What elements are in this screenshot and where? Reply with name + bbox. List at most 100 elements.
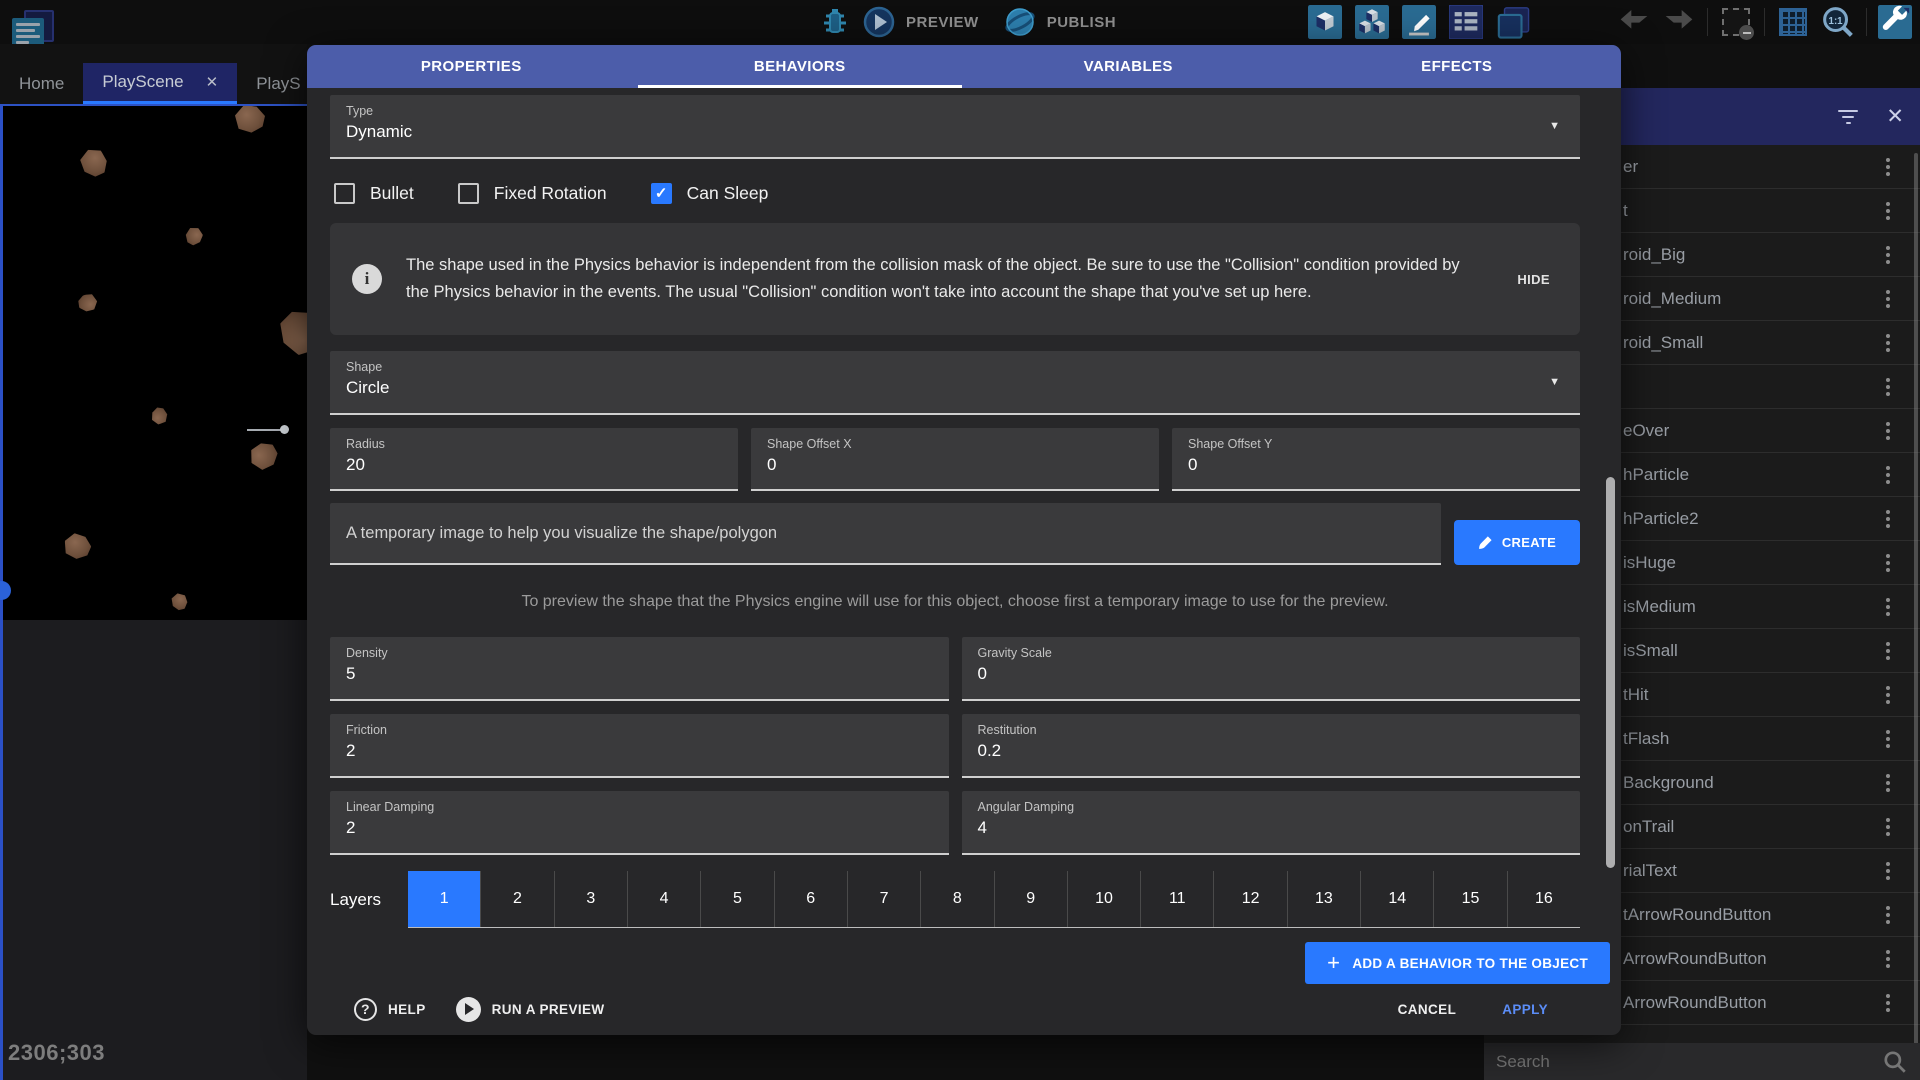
- row-menu-icon[interactable]: [1882, 682, 1894, 708]
- layer-option-10[interactable]: 10: [1067, 871, 1140, 927]
- hide-button[interactable]: HIDE: [1509, 264, 1558, 295]
- layer-option-15[interactable]: 15: [1433, 871, 1506, 927]
- layer-option-16[interactable]: 16: [1507, 871, 1580, 927]
- row-menu-icon[interactable]: [1882, 506, 1894, 532]
- scene-origin-dot[interactable]: [0, 581, 11, 600]
- layer-option-2[interactable]: 2: [480, 871, 553, 927]
- layer-option-3[interactable]: 3: [554, 871, 627, 927]
- publish-globe-icon[interactable]: [1003, 5, 1037, 39]
- row-menu-icon[interactable]: [1882, 990, 1894, 1016]
- create-button[interactable]: CREATE: [1454, 520, 1580, 565]
- row-menu-icon[interactable]: [1882, 286, 1894, 312]
- preview-play-icon[interactable]: [862, 5, 896, 39]
- apply-button[interactable]: APPLY: [1496, 994, 1554, 1025]
- row-menu-icon[interactable]: [1882, 330, 1894, 356]
- events-list-icon[interactable]: [1449, 5, 1483, 39]
- layer-option-1[interactable]: 1: [408, 871, 480, 927]
- close-tab-icon[interactable]: ✕: [206, 73, 219, 91]
- checkbox-unchecked-icon[interactable]: [458, 183, 479, 204]
- asteroid-sprite[interactable]: [61, 531, 92, 561]
- layer-option-9[interactable]: 9: [994, 871, 1067, 927]
- layer-option-5[interactable]: 5: [700, 871, 773, 927]
- asteroid-sprite[interactable]: [235, 105, 265, 133]
- field-angular-damping[interactable]: Angular Damping4: [962, 791, 1581, 855]
- objects-panel-scrollbar[interactable]: [1914, 153, 1918, 1058]
- checkbox-unchecked-icon[interactable]: [334, 183, 355, 204]
- add-behavior-button[interactable]: + ADD A BEHAVIOR TO THE OBJECT: [1305, 942, 1610, 984]
- publish-label[interactable]: PUBLISH: [1047, 14, 1116, 31]
- layer-option-14[interactable]: 14: [1360, 871, 1433, 927]
- row-menu-icon[interactable]: [1882, 550, 1894, 576]
- editor-tab-home[interactable]: Home: [0, 63, 83, 104]
- editor-tab-plays[interactable]: PlayS: [237, 63, 307, 104]
- row-menu-icon[interactable]: [1882, 770, 1894, 796]
- row-menu-icon[interactable]: [1882, 198, 1894, 224]
- tools-icon[interactable]: [1878, 5, 1912, 39]
- field-shape-offset-x[interactable]: Shape Offset X0: [751, 428, 1159, 491]
- asteroid-sprite[interactable]: [75, 144, 112, 182]
- layers-icon[interactable]: [1496, 5, 1530, 39]
- cancel-button[interactable]: CANCEL: [1392, 994, 1463, 1025]
- search-input[interactable]: [1496, 1052, 1882, 1072]
- asteroid-sprite[interactable]: [184, 225, 205, 247]
- dialog-scrollbar[interactable]: [1606, 477, 1615, 868]
- layer-option-7[interactable]: 7: [847, 871, 920, 927]
- tab-variables[interactable]: VARIABLES: [964, 45, 1293, 88]
- field-radius[interactable]: Radius20: [330, 428, 738, 491]
- asteroid-sprite[interactable]: [75, 291, 99, 314]
- close-icon[interactable]: ✕: [1886, 106, 1904, 127]
- capture-region-icon[interactable]: [1719, 5, 1753, 39]
- zoom-one-to-one-icon[interactable]: 1:1: [1821, 5, 1855, 39]
- asteroid-sprite[interactable]: [150, 406, 167, 424]
- field-linear-damping[interactable]: Linear Damping2: [330, 791, 949, 855]
- row-menu-icon[interactable]: [1882, 902, 1894, 928]
- tab-properties[interactable]: PROPERTIES: [307, 45, 636, 88]
- layer-option-6[interactable]: 6: [774, 871, 847, 927]
- measure-handle-dot[interactable]: [280, 425, 289, 434]
- object-cube-icon[interactable]: [1308, 5, 1342, 39]
- row-menu-icon[interactable]: [1882, 374, 1894, 400]
- help-button[interactable]: ? HELP: [354, 998, 426, 1021]
- row-menu-icon[interactable]: [1882, 462, 1894, 488]
- scene-canvas[interactable]: 2306;303: [0, 104, 307, 1080]
- layer-option-13[interactable]: 13: [1287, 871, 1360, 927]
- field-friction[interactable]: Friction2: [330, 714, 949, 778]
- objects-group-icon[interactable]: [1355, 5, 1389, 39]
- row-menu-icon[interactable]: [1882, 154, 1894, 180]
- row-menu-icon[interactable]: [1882, 418, 1894, 444]
- layer-option-4[interactable]: 4: [627, 871, 700, 927]
- debug-icon[interactable]: [818, 5, 852, 39]
- grid-icon[interactable]: [1776, 5, 1810, 39]
- field-restitution[interactable]: Restitution0.2: [962, 714, 1581, 778]
- row-menu-icon[interactable]: [1882, 814, 1894, 840]
- shape-select[interactable]: Shape Circle ▼: [330, 351, 1580, 415]
- tab-behaviors[interactable]: BEHAVIORS: [636, 45, 965, 88]
- row-menu-icon[interactable]: [1882, 594, 1894, 620]
- checkbox-fixed-rotation[interactable]: Fixed Rotation: [458, 183, 607, 204]
- asteroid-sprite[interactable]: [245, 437, 283, 475]
- redo-icon[interactable]: [1662, 5, 1696, 39]
- row-menu-icon[interactable]: [1882, 638, 1894, 664]
- row-menu-icon[interactable]: [1882, 946, 1894, 972]
- tab-effects[interactable]: EFFECTS: [1293, 45, 1622, 88]
- row-menu-icon[interactable]: [1882, 726, 1894, 752]
- asteroid-sprite[interactable]: [168, 590, 189, 612]
- field-gravity-scale[interactable]: Gravity Scale0: [962, 637, 1581, 701]
- preview-label[interactable]: PREVIEW: [906, 14, 979, 31]
- field-shape-offset-y[interactable]: Shape Offset Y0: [1172, 428, 1580, 491]
- field-density[interactable]: Density5: [330, 637, 949, 701]
- row-menu-icon[interactable]: [1882, 858, 1894, 884]
- layer-option-8[interactable]: 8: [920, 871, 993, 927]
- edit-scene-icon[interactable]: [1402, 5, 1436, 39]
- layer-option-12[interactable]: 12: [1213, 871, 1286, 927]
- editor-tab-playscene[interactable]: PlayScene✕: [83, 63, 237, 104]
- filter-icon[interactable]: [1838, 110, 1858, 124]
- undo-icon[interactable]: [1617, 5, 1651, 39]
- checkbox-bullet[interactable]: Bullet: [334, 183, 414, 204]
- asteroid-sprite[interactable]: [271, 302, 307, 362]
- type-select[interactable]: Type Dynamic ▼: [330, 95, 1580, 159]
- row-menu-icon[interactable]: [1882, 242, 1894, 268]
- checkbox-checked-icon[interactable]: ✓: [651, 183, 672, 204]
- checkbox-can-sleep[interactable]: ✓Can Sleep: [651, 183, 769, 204]
- temp-image-field[interactable]: A temporary image to help you visualize …: [330, 503, 1441, 565]
